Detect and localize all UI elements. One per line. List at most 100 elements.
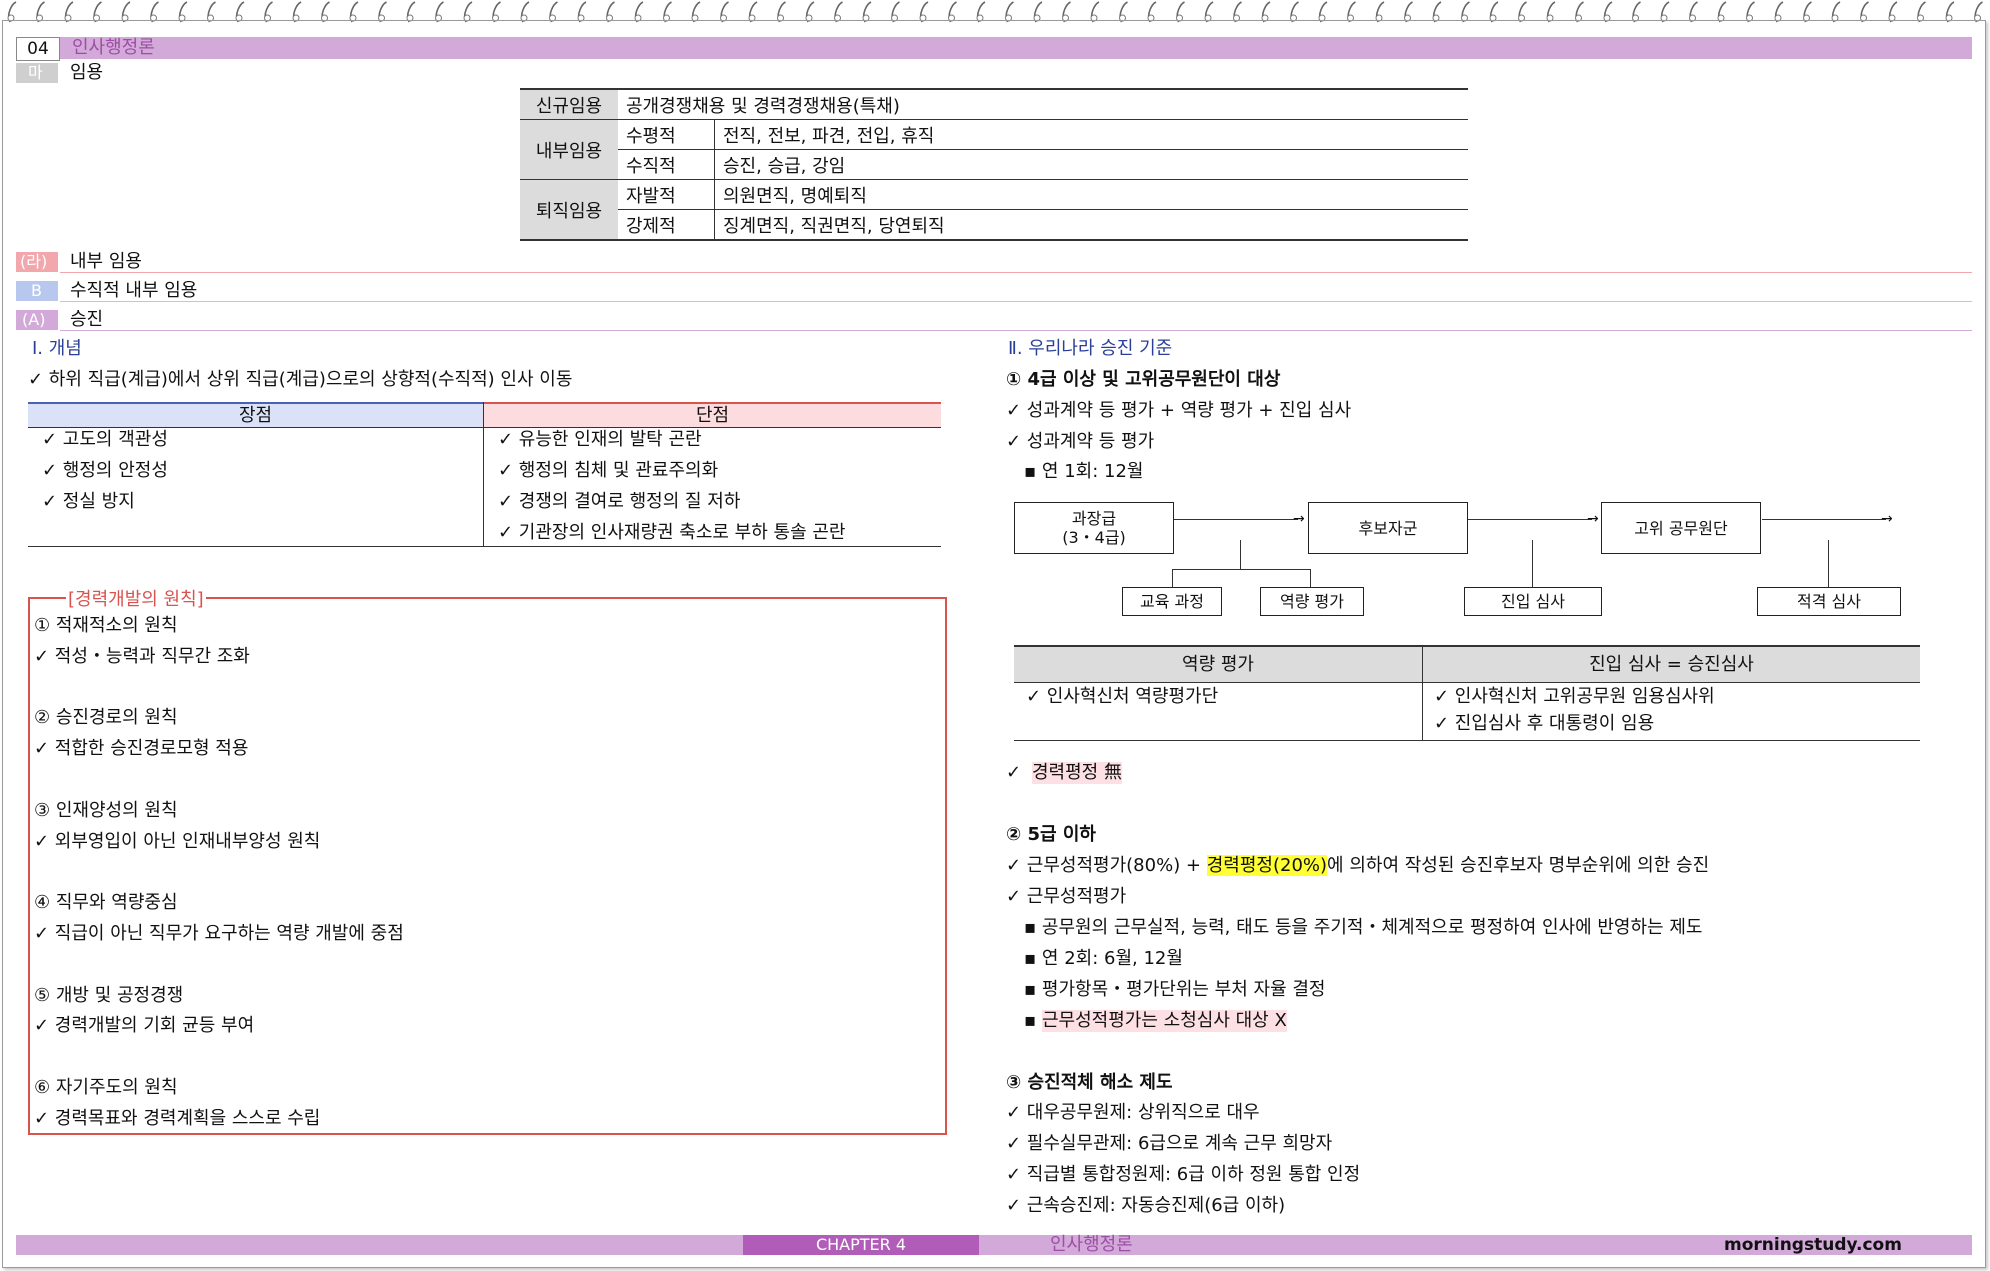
flow-box-candidates: 후보자군 <box>1308 502 1468 554</box>
connector <box>1240 540 1241 570</box>
pros-header: 장점 <box>28 402 483 428</box>
subhead-ra-title: 내부 임용 <box>70 251 142 272</box>
career-line: ✓ 직급이 아닌 직무가 요구하는 역량 개발에 중점 <box>34 923 404 944</box>
footer-site: morningstudy.com <box>1724 1235 1902 1255</box>
flow-arrowhead-3: → <box>1881 511 1893 527</box>
connector <box>1172 569 1310 570</box>
s2-bullet-highlight: 근무성적평가는 소청심사 대상 X <box>1042 1010 1287 1032</box>
type-vertical: 수직적 <box>618 149 715 180</box>
s3-line: ✓ 근속승진제: 자동승진제(6급 이하) <box>1006 1195 1286 1216</box>
s2-line1-highlight: 경력평정(20%) <box>1206 855 1328 876</box>
s2-bullet-mark: ▪ <box>1024 1010 1037 1031</box>
s2-title: ② 5급 이하 <box>1006 824 1096 845</box>
s2-line1: ✓ 근무성적평가(80%) + 경력평정(20%)에 의하여 작성된 승진후보자… <box>1006 855 1709 877</box>
eval-table: 역량 평가 진입 심사 = 승진심사 ✓ 인사혁신처 역량평가단 ✓ 인사혁신처… <box>1014 645 1920 741</box>
career-line: ② 승진경로의 원칙 <box>34 707 178 729</box>
s3-line: ✓ 필수실무관제: 6급으로 계속 근무 희망자 <box>1006 1133 1333 1154</box>
footer-chapter: CHAPTER 4 <box>743 1235 979 1255</box>
flow-arrow-3 <box>1762 519 1886 520</box>
con-item: ✓ 행정의 침체 및 관료주의화 <box>498 460 719 481</box>
pro-item: ✓ 행정의 안정성 <box>42 460 168 481</box>
s1-line1: ✓ 성과계약 등 평가 + 역량 평가 + 진입 심사 <box>1006 400 1352 421</box>
subhead-marker-a-label: (A) <box>22 310 46 329</box>
flow-sub-education: 교육 과정 <box>1122 587 1222 616</box>
career-line: ✓ 외부영입이 아닌 인재내부양성 원칙 <box>34 830 321 852</box>
connector <box>1310 569 1311 587</box>
chapter-title: 인사행정론 <box>72 37 155 58</box>
chapter-number: 04 <box>16 37 60 61</box>
footer-title: 인사행정론 <box>1050 1234 1133 1255</box>
con-item: ✓ 경쟁의 결여로 행정의 질 저하 <box>498 491 741 512</box>
section-marker-label: 마 <box>28 63 43 82</box>
column-divider <box>483 402 484 547</box>
table-bottom-rule <box>28 546 941 547</box>
career-none-check: ✓ <box>1006 762 1022 783</box>
career-none: 경력평정 無 <box>1032 762 1122 784</box>
flow-sub-entry: 진입 심사 <box>1464 587 1602 616</box>
subhead-marker-ra-label: (라) <box>20 252 48 271</box>
flow-arrow-2 <box>1468 519 1592 520</box>
connector <box>1532 540 1533 587</box>
eval-header-1: 역량 평가 <box>1014 645 1422 683</box>
connector <box>1172 569 1173 587</box>
detail-vertical: 승진, 승급, 강임 <box>714 149 1468 180</box>
eval-cell-2b: ✓ 진입심사 후 대통령이 임용 <box>1434 713 1655 734</box>
s3-line: ✓ 직급별 통합정원제: 6급 이하 정원 통합 인정 <box>1006 1164 1361 1185</box>
s2-line1-a: ✓ 근무성적평가(80%) + <box>1006 855 1207 876</box>
career-line: ✓ 적성・능력과 직무간 조화 <box>34 645 250 667</box>
career-line: ⑥ 자기주도의 원칙 <box>34 1077 178 1098</box>
s1-title: ① 4급 이상 및 고위공무원단이 대상 <box>1006 369 1281 390</box>
connector <box>1828 540 1829 587</box>
footer-bar <box>16 1235 1972 1255</box>
flow-box-manager-sub: (3・4급) <box>1062 528 1126 547</box>
s1-line3: ▪ 연 1회: 12월 <box>1024 461 1144 482</box>
flow-box-manager-label: 과장급 <box>1071 509 1117 528</box>
cons-header: 단점 <box>484 402 941 428</box>
type-horizontal: 수평적 <box>618 119 715 150</box>
s3-line: ✓ 대우공무원제: 상위직으로 대우 <box>1006 1102 1260 1123</box>
subhead-b-rule <box>60 301 1972 302</box>
career-line: ✓ 경력목표와 경력계획을 스스로 수립 <box>34 1107 321 1129</box>
flow-arrowhead-2: → <box>1587 511 1599 527</box>
subhead-a-rule <box>60 330 1972 331</box>
section-title: 임용 <box>70 62 104 83</box>
career-line: ✓ 경력개발의 기회 균등 부여 <box>34 1015 255 1037</box>
con-item: ✓ 유능한 인재의 발탁 곤란 <box>498 429 702 450</box>
eval-cell-1: ✓ 인사혁신처 역량평가단 <box>1026 686 1219 707</box>
subhead-a-title: 승진 <box>70 309 104 330</box>
s2-bullet: ▪ 연 2회: 6월, 12월 <box>1024 948 1183 969</box>
pro-item: ✓ 정실 방지 <box>42 491 135 512</box>
eval-header-2: 진입 심사 = 승진심사 <box>1423 645 1920 683</box>
s2-line2: ✓ 근무성적평가 <box>1006 886 1127 907</box>
career-line: ① 적재적소의 원칙 <box>34 615 178 636</box>
detail-new: 공개경쟁채용 및 경력경쟁채용(특채) <box>618 90 1468 120</box>
concept-text: ✓ 하위 직급(계급)에서 상위 직급(계급)으로의 상향적(수직적) 인사 이… <box>28 369 573 390</box>
career-box-title: [경력개발의 원칙] <box>66 589 206 611</box>
flow-sub-competency: 역량 평가 <box>1260 587 1364 616</box>
flow-arrow-1 <box>1174 519 1298 520</box>
flow-box-manager: 과장급 (3・4급) <box>1014 502 1174 554</box>
pros-cons-table: 장점 단점 ✓ 고도의 객관성 ✓ 행정의 안정성 ✓ 정실 방지 ✓ 유능한 … <box>28 402 941 547</box>
flow-box-senior: 고위 공무원단 <box>1601 502 1761 554</box>
career-line: ✓ 적합한 승진경로모형 적용 <box>34 738 249 760</box>
type-forced: 강제적 <box>618 209 715 241</box>
subhead-b-title: 수직적 내부 임용 <box>70 280 198 301</box>
eval-bottom <box>1014 740 1920 741</box>
subhead-ra-rule <box>60 272 1972 273</box>
type-voluntary: 자발적 <box>618 179 715 210</box>
career-line: ③ 인재양성의 원칙 <box>34 799 178 821</box>
pro-item: ✓ 고도의 객관성 <box>42 429 168 450</box>
eval-cell-2a: ✓ 인사혁신처 고위공무원 임용심사위 <box>1434 686 1715 707</box>
con-item: ✓ 기관장의 인사재량권 축소로 부하 통솔 곤란 <box>498 522 846 543</box>
category-internal: 내부임용 <box>520 119 618 180</box>
career-box <box>28 597 947 1135</box>
chapter-header-bar <box>16 37 1972 59</box>
s3-title: ③ 승진적체 해소 제도 <box>1006 1072 1173 1093</box>
detail-forced: 징계면직, 직권면직, 당연퇴직 <box>714 209 1468 241</box>
detail-voluntary: 의원면직, 명예퇴직 <box>714 179 1468 210</box>
career-line: ⑤ 개방 및 공정경쟁 <box>34 984 184 1006</box>
subhead-marker-b-label: B <box>31 281 42 300</box>
category-new: 신규임용 <box>520 90 618 120</box>
s2-bullet: ▪ 공무원의 근무실적, 능력, 태도 등을 주기적・체계적으로 평정하여 인사… <box>1024 917 1703 938</box>
s1-line2: ✓ 성과계약 등 평가 <box>1006 431 1155 452</box>
